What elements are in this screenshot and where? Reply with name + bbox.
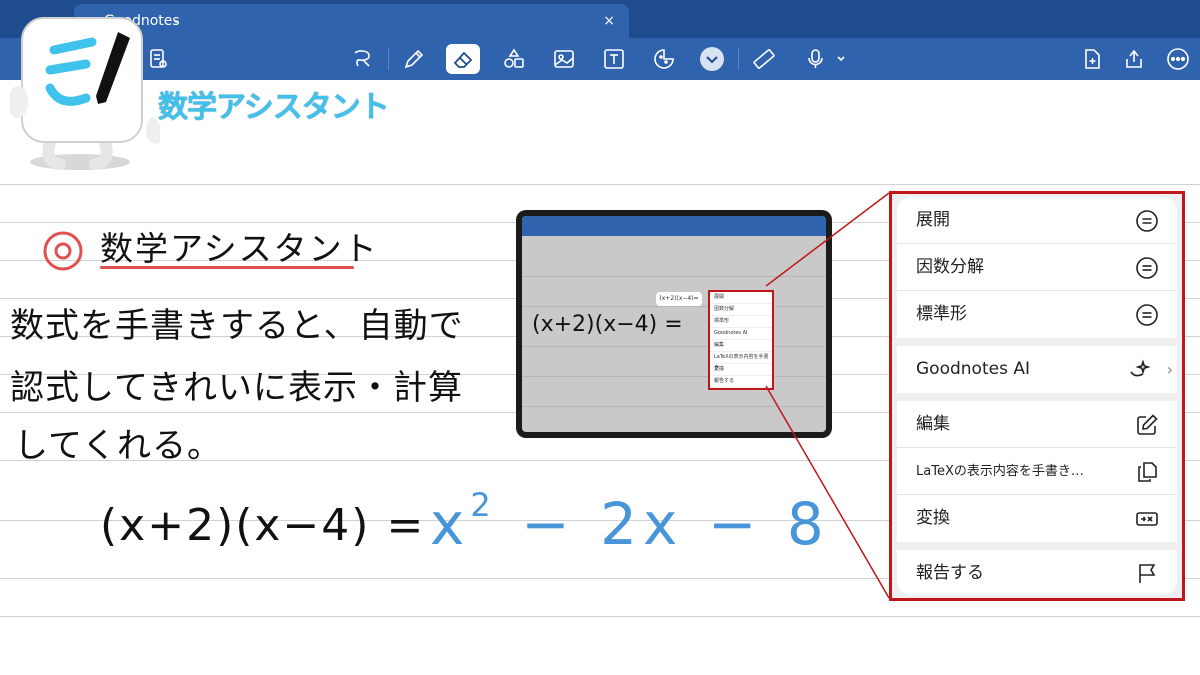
menu-group-separator xyxy=(897,542,1177,550)
context-menu: 展開 因数分解 標準形 Goodnotes AI › 編集 LaTeXの表示内容… xyxy=(897,197,1177,595)
note-line-3: してくれる。 xyxy=(14,426,222,466)
ipad-equation: (x+2)(x−4) = xyxy=(532,312,683,337)
ipad-menu-item: 報告する xyxy=(710,376,772,388)
copy-icon xyxy=(1135,460,1159,484)
ipad-ruled-line xyxy=(522,376,826,377)
menu-item-standard-form[interactable]: 標準形 xyxy=(897,291,1177,338)
ipad-ruled-line xyxy=(522,276,826,277)
ruled-line xyxy=(0,616,1200,617)
window-tab-bar: Goodnotes ⌄ × xyxy=(0,0,1200,38)
menu-item-label: 因数分解 xyxy=(916,257,984,277)
toolbar-divider xyxy=(388,48,389,70)
ipad-menu-item: Goodnotes AI xyxy=(710,328,772,340)
ipad-screen: (x+2)(x−4)= (x+2)(x−4) = 展開 因数分解 標準形 Goo… xyxy=(522,216,826,432)
sticker-icon[interactable] xyxy=(650,45,678,73)
ruled-line xyxy=(0,184,1200,185)
text-icon[interactable] xyxy=(600,45,628,73)
result-exponent: 2 xyxy=(470,485,497,524)
menu-item-label: LaTeXの表示内容を手書き… xyxy=(916,464,1084,479)
equals-circle-icon xyxy=(1135,303,1159,327)
ipad-ruled-line xyxy=(522,346,826,347)
toolbar-divider xyxy=(738,48,739,70)
convert-icon xyxy=(1135,507,1159,531)
ipad-menu: 展開 因数分解 標準形 Goodnotes AI 編集 LaTeXの表示内容を手… xyxy=(708,290,774,390)
shapes-icon[interactable] xyxy=(500,45,528,73)
ruler-icon[interactable] xyxy=(750,45,778,73)
flag-icon xyxy=(1135,562,1159,586)
equals-circle-icon xyxy=(1135,256,1159,280)
more-tools-icon[interactable] xyxy=(700,47,724,71)
ipad-menu-item: 編集 xyxy=(710,340,772,352)
menu-item-label: 変換 xyxy=(916,508,950,528)
ipad-equation-pill: (x+2)(x−4)= xyxy=(656,292,702,306)
edit-icon xyxy=(1135,413,1159,437)
ipad-menu-item: 展開 xyxy=(710,292,772,304)
result-rest: − 2x − 8 xyxy=(496,490,830,558)
ipad-menu-item: 因数分解 xyxy=(710,304,772,316)
ipad-toolbar xyxy=(522,216,826,236)
image-icon[interactable] xyxy=(550,45,578,73)
mascot-icon xyxy=(8,12,166,172)
close-tab-icon[interactable]: × xyxy=(603,4,615,38)
pen-icon[interactable] xyxy=(400,45,428,73)
result-base: x xyxy=(430,490,471,558)
ai-sparkle-icon xyxy=(1127,358,1151,382)
menu-item-goodnotes-ai[interactable]: Goodnotes AI › xyxy=(897,346,1177,393)
section-title: 数学アシスタント xyxy=(100,229,379,268)
more-icon[interactable] xyxy=(1164,45,1192,73)
chevron-down-icon[interactable]: ⌄ xyxy=(172,4,180,38)
lasso-icon[interactable] xyxy=(348,45,376,73)
menu-item-label: 報告する xyxy=(916,563,984,583)
menu-item-label: 編集 xyxy=(916,414,950,434)
share-icon[interactable] xyxy=(1120,45,1148,73)
menu-item-expand[interactable]: 展開 xyxy=(897,197,1177,244)
note-line-2: 認式してきれいに表示・計算 xyxy=(10,368,463,408)
menu-group-separator xyxy=(897,338,1177,346)
equals-circle-icon xyxy=(1135,209,1159,233)
title-underline xyxy=(100,266,354,269)
menu-item-edit[interactable]: 編集 xyxy=(897,401,1177,448)
menu-group-separator xyxy=(897,393,1177,401)
menu-item-latex-handwrite[interactable]: LaTeXの表示内容を手書き… xyxy=(897,448,1177,495)
at-mark-icon xyxy=(40,228,86,274)
handwritten-equation: (x+2)(x−4) = xyxy=(100,500,426,551)
toolbar xyxy=(0,38,1200,80)
menu-item-factorize[interactable]: 因数分解 xyxy=(897,244,1177,291)
menu-item-report[interactable]: 報告する xyxy=(897,550,1177,595)
ipad-menu-item: 標準形 xyxy=(710,316,772,328)
menu-item-label: 展開 xyxy=(916,210,950,230)
ipad-menu-item: LaTeXの表示内容を手書き… xyxy=(710,352,772,371)
equation-result: x2 − 2x − 8 xyxy=(430,486,830,558)
menu-item-convert[interactable]: 変換 xyxy=(897,495,1177,542)
page-header-title: 数学アシスタント xyxy=(155,87,393,128)
note-line-1: 数式を手書きすると、自動で xyxy=(10,306,464,346)
context-menu-zoom: 展開 因数分解 標準形 Goodnotes AI › 編集 LaTeXの表示内容… xyxy=(889,191,1185,601)
menu-item-label: Goodnotes AI xyxy=(916,359,1030,379)
menu-item-label: 標準形 xyxy=(916,304,967,324)
ipad-ruled-line xyxy=(522,306,826,307)
ipad-preview-image: (x+2)(x−4)= (x+2)(x−4) = 展開 因数分解 標準形 Goo… xyxy=(516,210,832,438)
mic-icon[interactable] xyxy=(804,45,848,73)
ipad-menu-item: 変換 xyxy=(710,364,772,376)
eraser-icon[interactable] xyxy=(446,44,480,74)
add-page-icon[interactable] xyxy=(1078,45,1106,73)
ipad-ruled-line xyxy=(522,406,826,407)
chevron-right-icon: › xyxy=(1166,360,1173,379)
